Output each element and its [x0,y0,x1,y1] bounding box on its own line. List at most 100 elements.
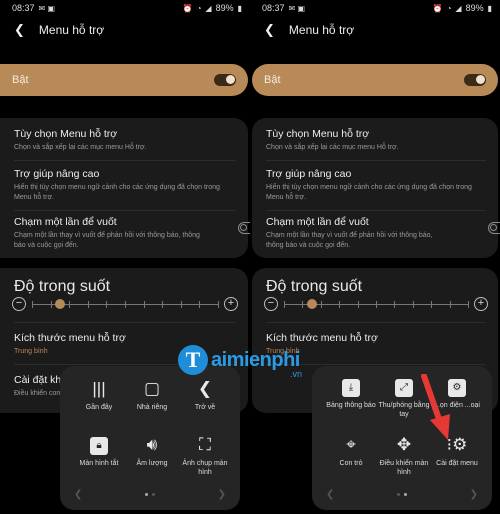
volume-label: Âm lượng [136,460,168,467]
home-label: Nhà riêng [136,404,168,411]
battery-icon: ▮ [237,3,242,13]
menu-options-title: Tùy chọn Menu hỗ trợ [14,128,118,140]
advanced-help-title: Trợ giúp nâng cao [266,168,352,180]
increase-icon[interactable]: + [474,297,488,311]
download-icon: ⤓ [322,376,380,398]
transparency-title: Độ trong suốt [266,278,363,295]
battery-level: 89% [215,3,234,13]
prev-page-icon[interactable]: ❮ [326,489,334,500]
signal-icon: ◢ [455,3,462,13]
clock: 08:37 [262,3,285,13]
app-header: ❮ Menu hỗ trợ [14,22,104,38]
tap-to-swipe-sub: Chạm một lần thay vì vuốt để phản hồi vớ… [266,232,433,249]
home-button[interactable]: ▢ Nhà riêng [123,378,181,412]
next-page-icon[interactable]: ❯ [470,489,478,500]
divider [266,210,486,211]
next-page-icon[interactable]: ❯ [218,489,226,500]
divider [266,160,486,161]
master-switch[interactable]: Bật [252,64,498,96]
notification-panel-button[interactable]: ⤓ Bảng thông báo [322,376,380,410]
back-arrow-icon[interactable]: ❮ [14,22,25,38]
tap-to-swipe-item[interactable]: Chạm một lần để vuốt Chạm một lần thay v… [14,216,250,251]
transparency-slider[interactable]: − + [12,296,238,312]
master-switch[interactable]: Bật [0,64,248,96]
home-square-icon: ▢ [143,379,161,398]
signal-icon: ◢ [205,3,212,13]
screen-off-button[interactable]: 🔒︎ Màn hình tắt [70,434,128,468]
wifi-icon: ◔ [446,3,452,13]
red-arrow-icon [421,374,450,440]
transparency-title: Độ trong suốt [14,278,111,295]
slider-thumb[interactable] [54,299,65,309]
divider [14,322,236,323]
clock: 08:37 [12,3,35,13]
advanced-help-sub: Hiển thị tùy chọn menu ngữ cảnh cho các … [266,184,472,201]
notification-panel-label: Bảng thông báo [326,402,376,409]
back-button[interactable]: ❮ Trở về [176,378,234,412]
advanced-help-item[interactable]: Trợ giúp nâng cao Hiển thị tùy chọn menu… [14,168,236,203]
watermark-logo: T aimienphi .vn [178,345,302,379]
volume-button[interactable]: 🔊︎ Âm lượng [123,434,181,468]
alarm-icon: ⏰ [432,3,443,13]
screen-left: 08:37 ✉ ▣ ⏰ ◔ ◢ 89% ▮ ❮ Menu hỗ trợ Bật … [0,0,250,514]
battery-level: 89% [465,3,484,13]
slider-track[interactable] [32,298,219,310]
master-toggle[interactable] [214,74,236,86]
watermark-letter: T [178,345,208,375]
panel-pager: ❮ ❯ [326,489,478,500]
advanced-help-sub: Hiển thị tùy chọn menu ngữ cảnh cho các … [14,184,220,201]
divider [14,160,236,161]
notification-icons: ✉ ▣ [288,3,306,13]
menu-settings-label: Cài đặt menu [436,460,478,467]
speaker-icon: 🔊︎ [146,435,158,454]
slider-track[interactable] [284,298,469,310]
tap-to-swipe-toggle[interactable] [238,222,250,234]
notification-icons: ✉ ▣ [38,3,56,13]
back-icon: ❮ [197,379,213,398]
increase-icon[interactable]: + [224,297,238,311]
alarm-icon: ⏰ [182,3,193,13]
page-title: Menu hỗ trợ [288,23,355,37]
recent-apps-label: Gần đây [85,404,113,411]
screenshot-button[interactable]: ⛶ Ảnh chụp màn hình [176,434,234,477]
panel-pager: ❮ ❯ [74,489,226,500]
master-toggle[interactable] [464,74,486,86]
screen-control-label: Điều khiển màn hình [379,460,429,476]
master-switch-label: Bật [12,74,29,86]
back-label: Trở về [194,404,216,411]
tap-to-swipe-title: Chạm một lần để vuốt [14,216,117,228]
decrease-icon[interactable]: − [264,297,278,311]
watermark-text: aimienphi [211,348,300,371]
decrease-icon[interactable]: − [12,297,26,311]
pointer-icon: ⌖ [346,435,356,454]
slider-thumb[interactable] [306,299,317,309]
screen-off-label: Màn hình tắt [79,460,119,467]
menu-size-title: Kích thước menu hỗ trợ [14,332,126,344]
master-switch-label: Bật [264,74,281,86]
screenshot-label: Ảnh chụp màn hình [182,460,228,476]
wifi-icon: ◔ [196,3,202,13]
status-bar: 08:37 ✉ ▣ ⏰ ◔ ◢ 89% ▮ [250,0,500,16]
divider [266,322,486,323]
tap-to-swipe-title: Chạm một lần để vuốt [266,216,369,228]
menu-options-item[interactable]: Tùy chọn Menu hỗ trợ Chọn và sắp xếp lại… [14,128,236,153]
app-header: ❮ Menu hỗ trợ [264,22,354,38]
menu-options-item[interactable]: Tùy chọn Menu hỗ trợ Chọn và sắp xếp lại… [266,128,486,153]
pointer-button[interactable]: ⌖ Con trỏ [322,434,380,468]
recent-apps-icon: ||| [92,379,106,398]
assistant-menu-panel: ||| Gần đây ▢ Nhà riêng ❮ Trở về 🔒︎ Màn … [60,366,240,510]
tap-to-swipe-toggle[interactable] [488,222,500,234]
prev-page-icon[interactable]: ❮ [74,489,82,500]
transparency-slider[interactable]: − + [264,296,488,312]
advanced-help-item[interactable]: Trợ giúp nâng cao Hiển thị tùy chọn menu… [266,168,486,203]
back-arrow-icon[interactable]: ❮ [264,22,275,38]
menu-options-sub: Chọn và sắp xếp lại các mục menu Hỗ trợ. [266,144,399,151]
battery-icon: ▮ [487,3,492,13]
pointer-label: Con trỏ [339,460,363,467]
status-bar: 08:37 ✉ ▣ ⏰ ◔ ◢ 89% ▮ [0,0,250,16]
tap-to-swipe-item[interactable]: Chạm một lần để vuốt Chạm một lần thay v… [266,216,500,251]
menu-options-sub: Chọn và sắp xếp lại các mục menu Hỗ trợ. [14,144,147,151]
assistant-menu-panel: ⤓ Bảng thông báo ⤢ Thu/phóng bằng tay ⚙ … [312,366,492,510]
screen-right: 08:37 ✉ ▣ ⏰ ◔ ◢ 89% ▮ ❮ Menu hỗ trợ Bật … [250,0,500,514]
recent-apps-button[interactable]: ||| Gần đây [70,378,128,412]
